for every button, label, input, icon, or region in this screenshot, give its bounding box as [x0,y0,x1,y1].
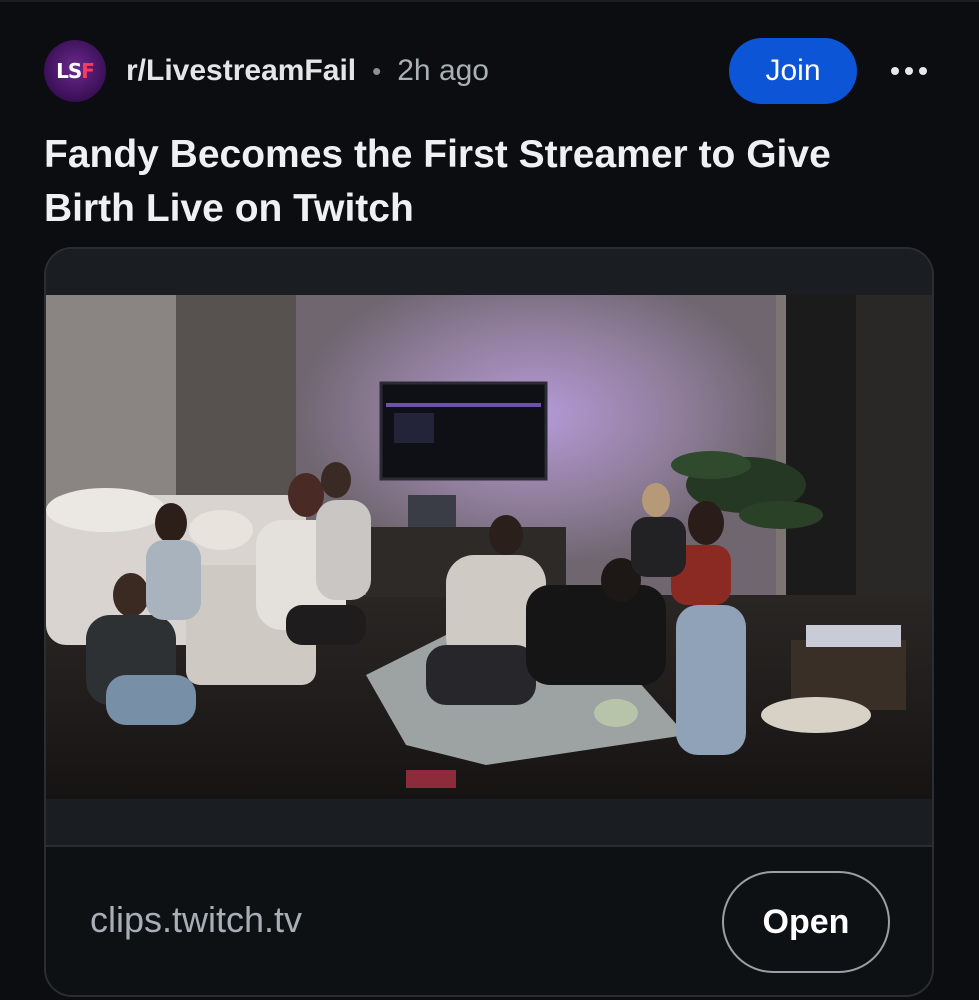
post-header: LSF r/LivestreamFail • 2h ago Join [44,38,934,104]
subreddit-avatar[interactable]: LSF [44,40,106,102]
video-thumbnail[interactable] [46,249,932,845]
thumbnail-image [46,295,932,799]
more-dot [919,67,927,75]
subreddit-logo: LSF [56,59,95,83]
join-button[interactable]: Join [729,38,857,104]
open-link-button[interactable]: Open [722,871,890,973]
more-dot [905,67,913,75]
post-time: 2h ago [397,54,489,87]
more-dot [891,67,899,75]
more-options-icon[interactable] [884,54,934,88]
post-title[interactable]: Fandy Becomes the First Streamer to Give… [44,128,924,236]
post-card[interactable]: LSF r/LivestreamFail • 2h ago Join Fandy… [0,0,979,1000]
link-preview-card[interactable]: clips.twitch.tv Open [44,247,934,997]
link-bar: clips.twitch.tv Open [46,845,932,995]
link-domain[interactable]: clips.twitch.tv [90,899,302,941]
separator-dot: • [372,55,382,86]
subreddit-name[interactable]: r/LivestreamFail [126,54,356,88]
